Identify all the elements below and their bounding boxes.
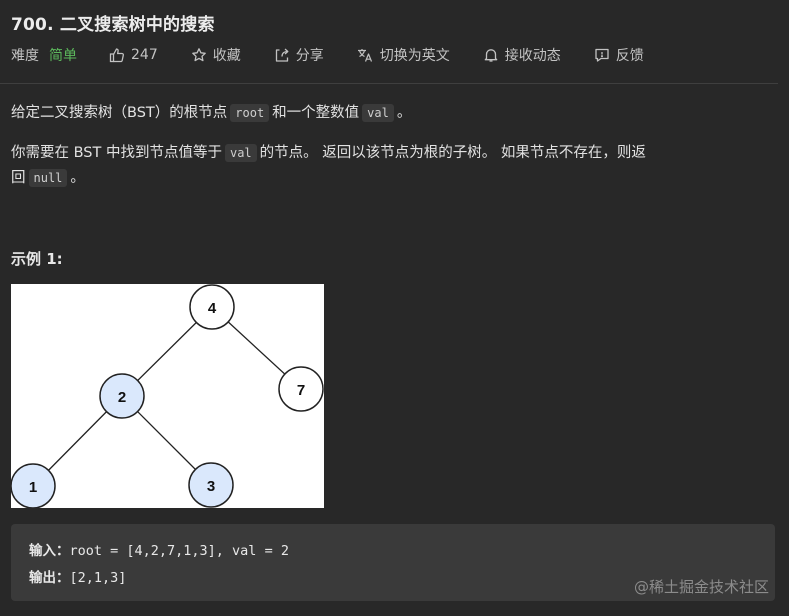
feedback-button[interactable]: 反馈 bbox=[594, 45, 644, 65]
tree-node-7: 7 bbox=[278, 366, 324, 412]
translate-label: 切换为英文 bbox=[379, 48, 450, 64]
inline-code-val: val bbox=[224, 144, 257, 162]
like-count: 247 bbox=[131, 47, 158, 63]
feedback-label: 反馈 bbox=[615, 48, 644, 64]
problem-meta-bar: 难度 简单 247 收藏 分享 切换为英文 接收动态 反馈 bbox=[11, 44, 644, 66]
share-button[interactable]: 分享 bbox=[274, 45, 324, 65]
example-input-line: 输入：root = [4,2,7,1,3], val = 2 bbox=[29, 539, 289, 559]
difficulty-label: 难度 bbox=[11, 48, 39, 64]
share-icon bbox=[274, 47, 290, 63]
notify-label: 接收动态 bbox=[504, 48, 561, 64]
notify-button[interactable]: 接收动态 bbox=[483, 45, 561, 65]
favorite-label: 收藏 bbox=[212, 48, 241, 64]
example-title: 示例 1: bbox=[11, 250, 63, 268]
description-text: 你需要在 BST 中找到节点值等于 bbox=[11, 145, 222, 161]
output-value: [2,1,3] bbox=[69, 570, 127, 586]
description-text: 和一个整数值 bbox=[272, 105, 360, 121]
bst-diagram: 4 2 7 1 3 bbox=[11, 284, 324, 508]
description-text: 给定二叉搜索树（BST）的根节点 bbox=[11, 105, 228, 121]
inline-code-val: val bbox=[362, 104, 394, 122]
difficulty-value: 简单 bbox=[49, 48, 77, 64]
bell-icon bbox=[483, 47, 499, 63]
description-paragraph-2: 你需要在 BST 中找到节点值等于 val 的节点。 返回以该节点为根的子树。 如果… bbox=[11, 141, 646, 191]
tree-node-2: 2 bbox=[99, 373, 145, 419]
difficulty: 难度 简单 bbox=[11, 45, 77, 65]
output-label: 输出： bbox=[29, 570, 70, 586]
star-icon bbox=[191, 47, 207, 63]
header-divider bbox=[0, 83, 778, 84]
like-button[interactable]: 247 bbox=[109, 47, 158, 63]
description-line: 回 null。 bbox=[11, 166, 646, 191]
input-value: root = [4,2,7,1,3], val = 2 bbox=[69, 543, 289, 559]
inline-code-root: root bbox=[230, 104, 270, 122]
translate-icon bbox=[357, 47, 374, 63]
problem-title: 700. 二叉搜索树中的搜索 bbox=[11, 15, 215, 35]
description-line: 你需要在 BST 中找到节点值等于 val 的节点。 返回以该节点为根的子树。 如果… bbox=[11, 141, 646, 166]
translate-button[interactable]: 切换为英文 bbox=[357, 45, 450, 65]
thumbs-up-icon bbox=[109, 47, 125, 63]
svg-text:4: 4 bbox=[208, 300, 217, 317]
tree-node-3: 3 bbox=[188, 462, 234, 508]
svg-text:1: 1 bbox=[29, 479, 37, 496]
description-text: 的节点。 返回以该节点为根的子树。 如果节点不存在，则返 bbox=[259, 145, 646, 161]
description-text: 。 bbox=[396, 105, 412, 121]
svg-text:2: 2 bbox=[118, 389, 126, 406]
watermark: @稀土掘金技术社区 bbox=[633, 578, 769, 596]
tree-node-1: 1 bbox=[11, 463, 56, 508]
svg-text:3: 3 bbox=[207, 478, 215, 495]
example-output-line: 输出：[2,1,3] bbox=[29, 566, 126, 586]
feedback-icon bbox=[594, 47, 610, 63]
share-label: 分享 bbox=[295, 48, 324, 64]
svg-text:7: 7 bbox=[297, 382, 305, 399]
input-label: 输入： bbox=[29, 543, 70, 559]
description-text: 回 bbox=[11, 170, 26, 186]
description-paragraph-1: 给定二叉搜索树（BST）的根节点 root 和一个整数值 val。 bbox=[11, 101, 411, 126]
favorite-button[interactable]: 收藏 bbox=[191, 45, 241, 65]
tree-node-4: 4 bbox=[189, 284, 235, 330]
description-text: 。 bbox=[70, 170, 85, 186]
inline-code-null: null bbox=[28, 169, 68, 187]
